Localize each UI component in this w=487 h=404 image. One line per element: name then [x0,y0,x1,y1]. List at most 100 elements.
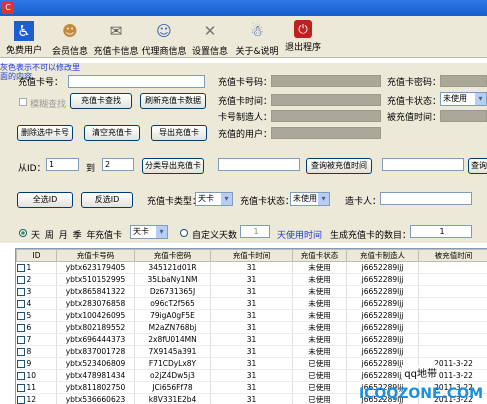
row-checkbox[interactable] [16,276,25,284]
detail-status-select[interactable]: 未使用 [440,92,487,106]
table-cell: 31 [210,309,293,322]
delete-selected-button[interactable]: 删除选中卡号 [17,125,73,141]
cell-id-text: 2 [26,275,32,284]
table-cell: 未使用 [292,309,347,322]
invert-selection-button[interactable]: 反选ID [81,192,133,208]
cell-id: 11 [16,381,57,394]
table-row[interactable]: 8 ybtx837001728 7X9145a391 31 未使用 j6652289ljj [16,345,487,358]
table-cell: ybtx283076858 [56,297,135,310]
toolbar-member-button[interactable]: ☻ 会员信息 [50,20,90,58]
table-row[interactable]: 7 ybtx696444373 2x8fU014MN 31 未使用 j6652289ljj [16,333,487,346]
row-checkbox[interactable] [16,312,25,320]
row-checkbox[interactable] [16,360,25,368]
toolbar-agent-button[interactable]: ☺ 代理商信息 [141,20,187,58]
table-cell [418,273,487,286]
date-from-input[interactable] [218,158,300,171]
to-id-input[interactable]: 2 [102,158,134,171]
refresh-cards-button[interactable]: 刷新充值卡数据 [140,93,206,109]
toolbar-settings-button[interactable]: ✕ 设置信息 [190,20,230,58]
row-checkbox[interactable] [16,300,25,308]
table-cell: 7X9145a391 [134,345,211,358]
col-card-no[interactable]: 充值卡号码 [56,249,135,262]
col-password[interactable]: 充值卡密码 [134,249,211,262]
cell-id: 8 [16,345,57,358]
col-maker[interactable]: 充值卡制造人 [346,249,419,262]
table-cell: 已使用 [292,369,347,382]
cell-id: 2 [16,273,57,286]
toolbar-card-button[interactable]: ✉ 充值卡信息 [93,20,139,58]
table-row[interactable]: 6 ybtx802189552 M2aZN768bj 31 未使用 j6652289ljj [16,321,487,334]
table-cell: 79igA0gF5E [134,309,211,322]
custom-days-input[interactable]: 1 [240,225,270,238]
toolbar-free-user-button[interactable]: ♿ 免费用户 [4,20,44,58]
member-icon: ☻ [62,22,78,40]
fuzzy-checkbox[interactable] [19,98,27,106]
detail-password-label: 充值卡密码： [387,78,442,88]
export-cards-button[interactable]: 导出充值卡 [151,125,207,141]
detail-maker-field [271,110,381,122]
clear-cards-button[interactable]: 清空充值卡 [84,125,140,141]
cell-id: 4 [16,297,57,310]
toolbar-label: 充值卡信息 [93,47,139,57]
watermark-logo: ICQQZONE.COM [358,386,483,402]
table-cell: 31 [210,381,293,394]
table-cell [418,321,487,334]
table-cell [418,285,487,298]
col-status[interactable]: 充值卡状态 [292,249,347,262]
table-row[interactable]: 4 ybtx283076858 o96cT2f565 31 未使用 j6652289ljj [16,297,487,310]
table-cell: 已使用 [292,381,347,394]
maker-filter-input[interactable] [380,192,472,205]
select-all-button[interactable]: 全选ID [17,192,73,208]
find-card-button[interactable]: 充值卡查找 [70,93,132,109]
table-cell: ybtx478981434 [56,369,135,382]
row-checkbox[interactable] [16,348,25,356]
card-no-input[interactable] [68,75,205,88]
custom-days-radio[interactable] [180,229,188,237]
cards-table: ID 充值卡号码 充值卡密码 充值卡时间 充值卡状态 充值卡制造人 被充值时间 … [15,248,487,404]
table-row[interactable]: 1 ybtx623179405 345121d01R 31 未使用 j6652289ljj [16,261,487,274]
toolbar-about-button[interactable]: ☃ 关于&说明 [234,20,280,58]
query-used-time-button[interactable]: 查询被充值时间 [306,158,372,174]
card-type-select[interactable]: 天卡 [195,192,233,206]
kind-select[interactable]: 天卡 [130,225,168,239]
toolbar-exit-button[interactable]: ⏻ 退出程序 [283,20,323,58]
from-id-label: 从ID： [18,164,46,174]
category-export-button[interactable]: 分类导出充值卡 [142,158,204,174]
table-cell: 已使用 [292,393,347,404]
row-checkbox[interactable] [16,324,25,332]
row-checkbox[interactable] [16,396,25,404]
table-row[interactable]: 5 ybtx100426095 79igA0gF5E 31 未使用 j6652289ljj [16,309,487,322]
row-checkbox[interactable] [16,264,25,272]
count-label: 生成充值卡的数目： [330,231,412,241]
table-cell: ybtx510152995 [56,273,135,286]
col-time[interactable]: 充值卡时间 [210,249,293,262]
table-row[interactable]: 2 ybtx510152995 35LbaNy1NM 31 未使用 j6652289ljj [16,273,487,286]
row-checkbox[interactable] [16,384,25,392]
row-checkbox[interactable] [16,288,25,296]
col-id[interactable]: ID [16,249,57,262]
query-more-button[interactable]: 查询 [468,158,487,174]
table-cell: j6652289ljj [346,285,419,298]
card-status-select[interactable]: 未使用 [290,192,330,206]
row-checkbox[interactable] [16,372,25,380]
card-type-label: 充值卡类型： [147,197,202,207]
watermark-small: qq地带 [402,365,439,380]
date-to-input[interactable] [382,158,464,171]
table-cell: 31 [210,393,293,404]
maker-filter-label: 造卡人： [345,197,382,207]
period-radio[interactable] [19,229,27,237]
from-id-input[interactable]: 1 [46,158,79,171]
title-bar: C [0,0,487,16]
count-input[interactable]: 1 [410,225,472,238]
to-label: 到 [86,164,96,174]
main-form-panel: 充值卡号： 模糊查找 充值卡查找 刷新充值卡数据 删除选中卡号 清空充值卡 导出… [0,63,487,243]
col-used-time[interactable]: 被充值时间 [418,249,487,262]
table-row[interactable]: 3 ybtx865841322 Dz6731365J 31 未使用 j6652289ljj [16,285,487,298]
table-body: 1 ybtx623179405 345121d01R 31 未使用 j6652289ljj… [16,261,487,404]
cell-id: 1 [16,261,57,274]
table-cell: j6652289ljj [346,261,419,274]
cell-id-text: 1 [26,263,32,272]
table-cell: o96cT2f565 [134,297,211,310]
detail-time-field [271,94,381,106]
row-checkbox[interactable] [16,336,25,344]
